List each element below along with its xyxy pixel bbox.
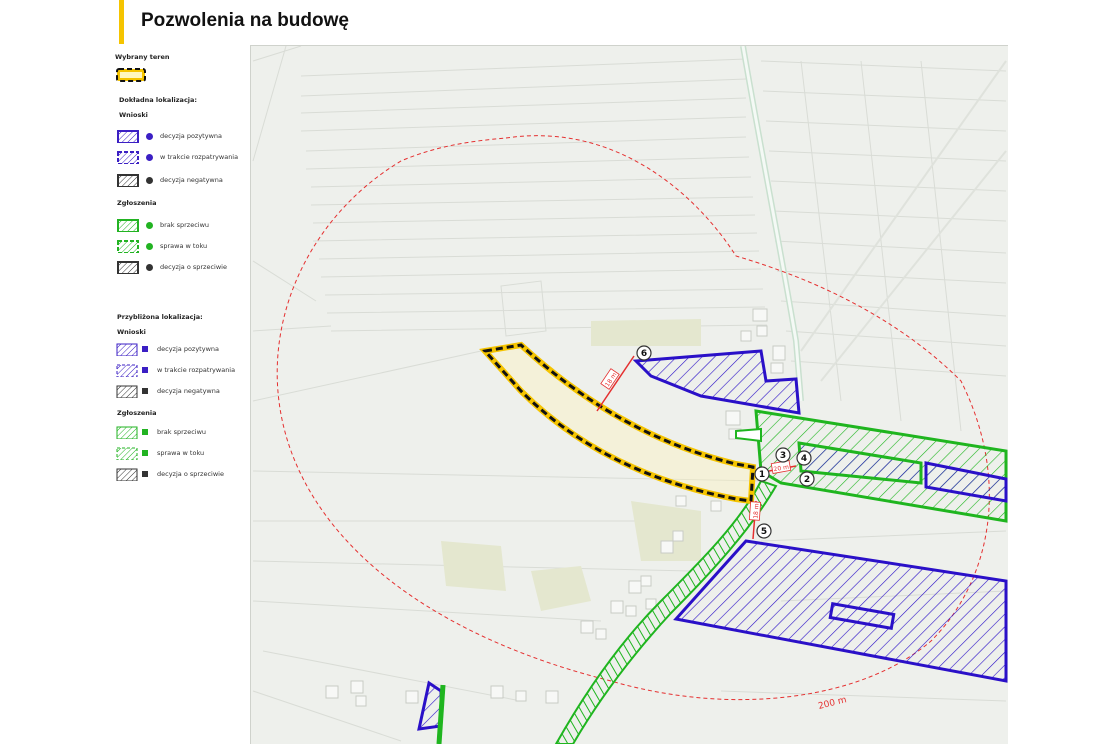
point-marker-4[interactable]: 4: [796, 450, 812, 466]
legend-heading-exact-zgloszenia: Zgłoszenia: [117, 199, 157, 207]
hatch-thin-green-symbol: [116, 426, 138, 439]
point-marker-1[interactable]: 1: [754, 466, 770, 482]
svg-text:4: 4: [801, 454, 807, 464]
legend-label: brak sprzeciwu: [160, 221, 210, 229]
legend-label: decyzja pozytywna: [157, 345, 219, 353]
status-square-icon: [142, 429, 148, 435]
svg-text:2: 2: [804, 475, 810, 485]
legend-item: w trakcie rozpatrywania: [116, 364, 246, 380]
status-square-icon: [142, 471, 148, 477]
legend-item: brak sprzeciwu: [117, 219, 247, 235]
hatch-solid-green-symbol: [117, 219, 139, 232]
svg-text:3: 3: [780, 451, 786, 461]
title-accent-bar: [119, 0, 124, 44]
legend-label: sprawa w toku: [157, 449, 205, 457]
point-marker-6[interactable]: 6: [636, 345, 652, 361]
legend-item: brak sprzeciwu: [116, 426, 246, 442]
legend-heading-exact: Dokładna lokalizacja:: [119, 96, 198, 104]
status-dot-icon: [146, 243, 153, 250]
hatch-thin-blue-symbol: [116, 343, 138, 356]
selected-area-symbol: [116, 68, 146, 82]
status-dot-icon: [146, 264, 153, 271]
legend-heading-approx: Przybliżona lokalizacja:: [117, 313, 203, 321]
legend-symbol-selected: [115, 67, 149, 83]
status-square-icon: [142, 346, 148, 352]
svg-text:5: 5: [761, 527, 767, 537]
distance-label-5: 18 m: [752, 503, 760, 519]
legend-heading-approx-wnioski: Wnioski: [117, 328, 146, 336]
legend-item: w trakcie rozpatrywania: [117, 151, 247, 167]
legend-label: decyzja o sprzeciwie: [157, 470, 224, 478]
legend-item: decyzja o sprzeciwie: [116, 468, 246, 484]
map-view[interactable]: 200 m 18 m 20 m 18 m 1 2 3 4 5 6: [250, 45, 1008, 744]
legend-label: brak sprzeciwu: [157, 428, 207, 436]
legend-heading-approx-zgloszenia: Zgłoszenia: [117, 409, 157, 417]
svg-text:6: 6: [641, 349, 647, 359]
point-marker-5[interactable]: 5: [756, 523, 772, 539]
point-marker-2[interactable]: 2: [799, 471, 815, 487]
hatch-thin-dark-symbol: [116, 385, 138, 398]
status-dot-icon: [146, 133, 153, 140]
legend-heading-exact-wnioski: Wnioski: [119, 111, 148, 119]
status-square-icon: [142, 388, 148, 394]
legend-label: sprawa w toku: [160, 242, 208, 250]
hatch-thin-dashed-green-symbol: [116, 447, 138, 460]
zgloszenie-small-area[interactable]: [735, 427, 762, 443]
hatch-solid-blue-symbol: [117, 130, 139, 143]
hatch-solid-dark-symbol: [117, 174, 139, 187]
map-canvas[interactable]: 200 m 18 m 20 m 18 m 1 2 3 4 5 6: [251, 46, 1008, 744]
legend-item: decyzja pozytywna: [116, 343, 246, 359]
legend-label: decyzja negatywna: [160, 176, 223, 184]
hatch-solid-dark-symbol: [117, 261, 139, 274]
page-title: Pozwolenia na budowę: [141, 10, 349, 31]
status-dot-icon: [146, 222, 153, 229]
legend-label: decyzja negatywna: [157, 387, 220, 395]
legend-item: decyzja pozytywna: [117, 130, 247, 146]
status-dot-icon: [146, 177, 153, 184]
legend-item: sprawa w toku: [117, 240, 247, 256]
legend-item: decyzja o sprzeciwie: [117, 261, 247, 277]
status-dot-icon: [146, 154, 153, 161]
legend-label: decyzja pozytywna: [160, 132, 222, 140]
svg-text:1: 1: [759, 470, 765, 480]
hatch-dashed-green-symbol: [117, 240, 139, 253]
legend-item: sprawa w toku: [116, 447, 246, 463]
hatch-thin-dark-symbol: [116, 468, 138, 481]
legend-item: decyzja negatywna: [116, 385, 246, 401]
legend-label: w trakcie rozpatrywania: [160, 153, 239, 161]
point-marker-3[interactable]: 3: [775, 447, 791, 463]
legend-heading-selected: Wybrany teren: [115, 53, 170, 61]
status-square-icon: [142, 450, 148, 456]
legend-label: decyzja o sprzeciwie: [160, 263, 227, 271]
hatch-dashed-blue-symbol: [117, 151, 139, 164]
legend-label: w trakcie rozpatrywania: [157, 366, 236, 374]
hatch-thin-dashed-blue-symbol: [116, 364, 138, 377]
legend-item: decyzja negatywna: [117, 174, 247, 190]
status-square-icon: [142, 367, 148, 373]
